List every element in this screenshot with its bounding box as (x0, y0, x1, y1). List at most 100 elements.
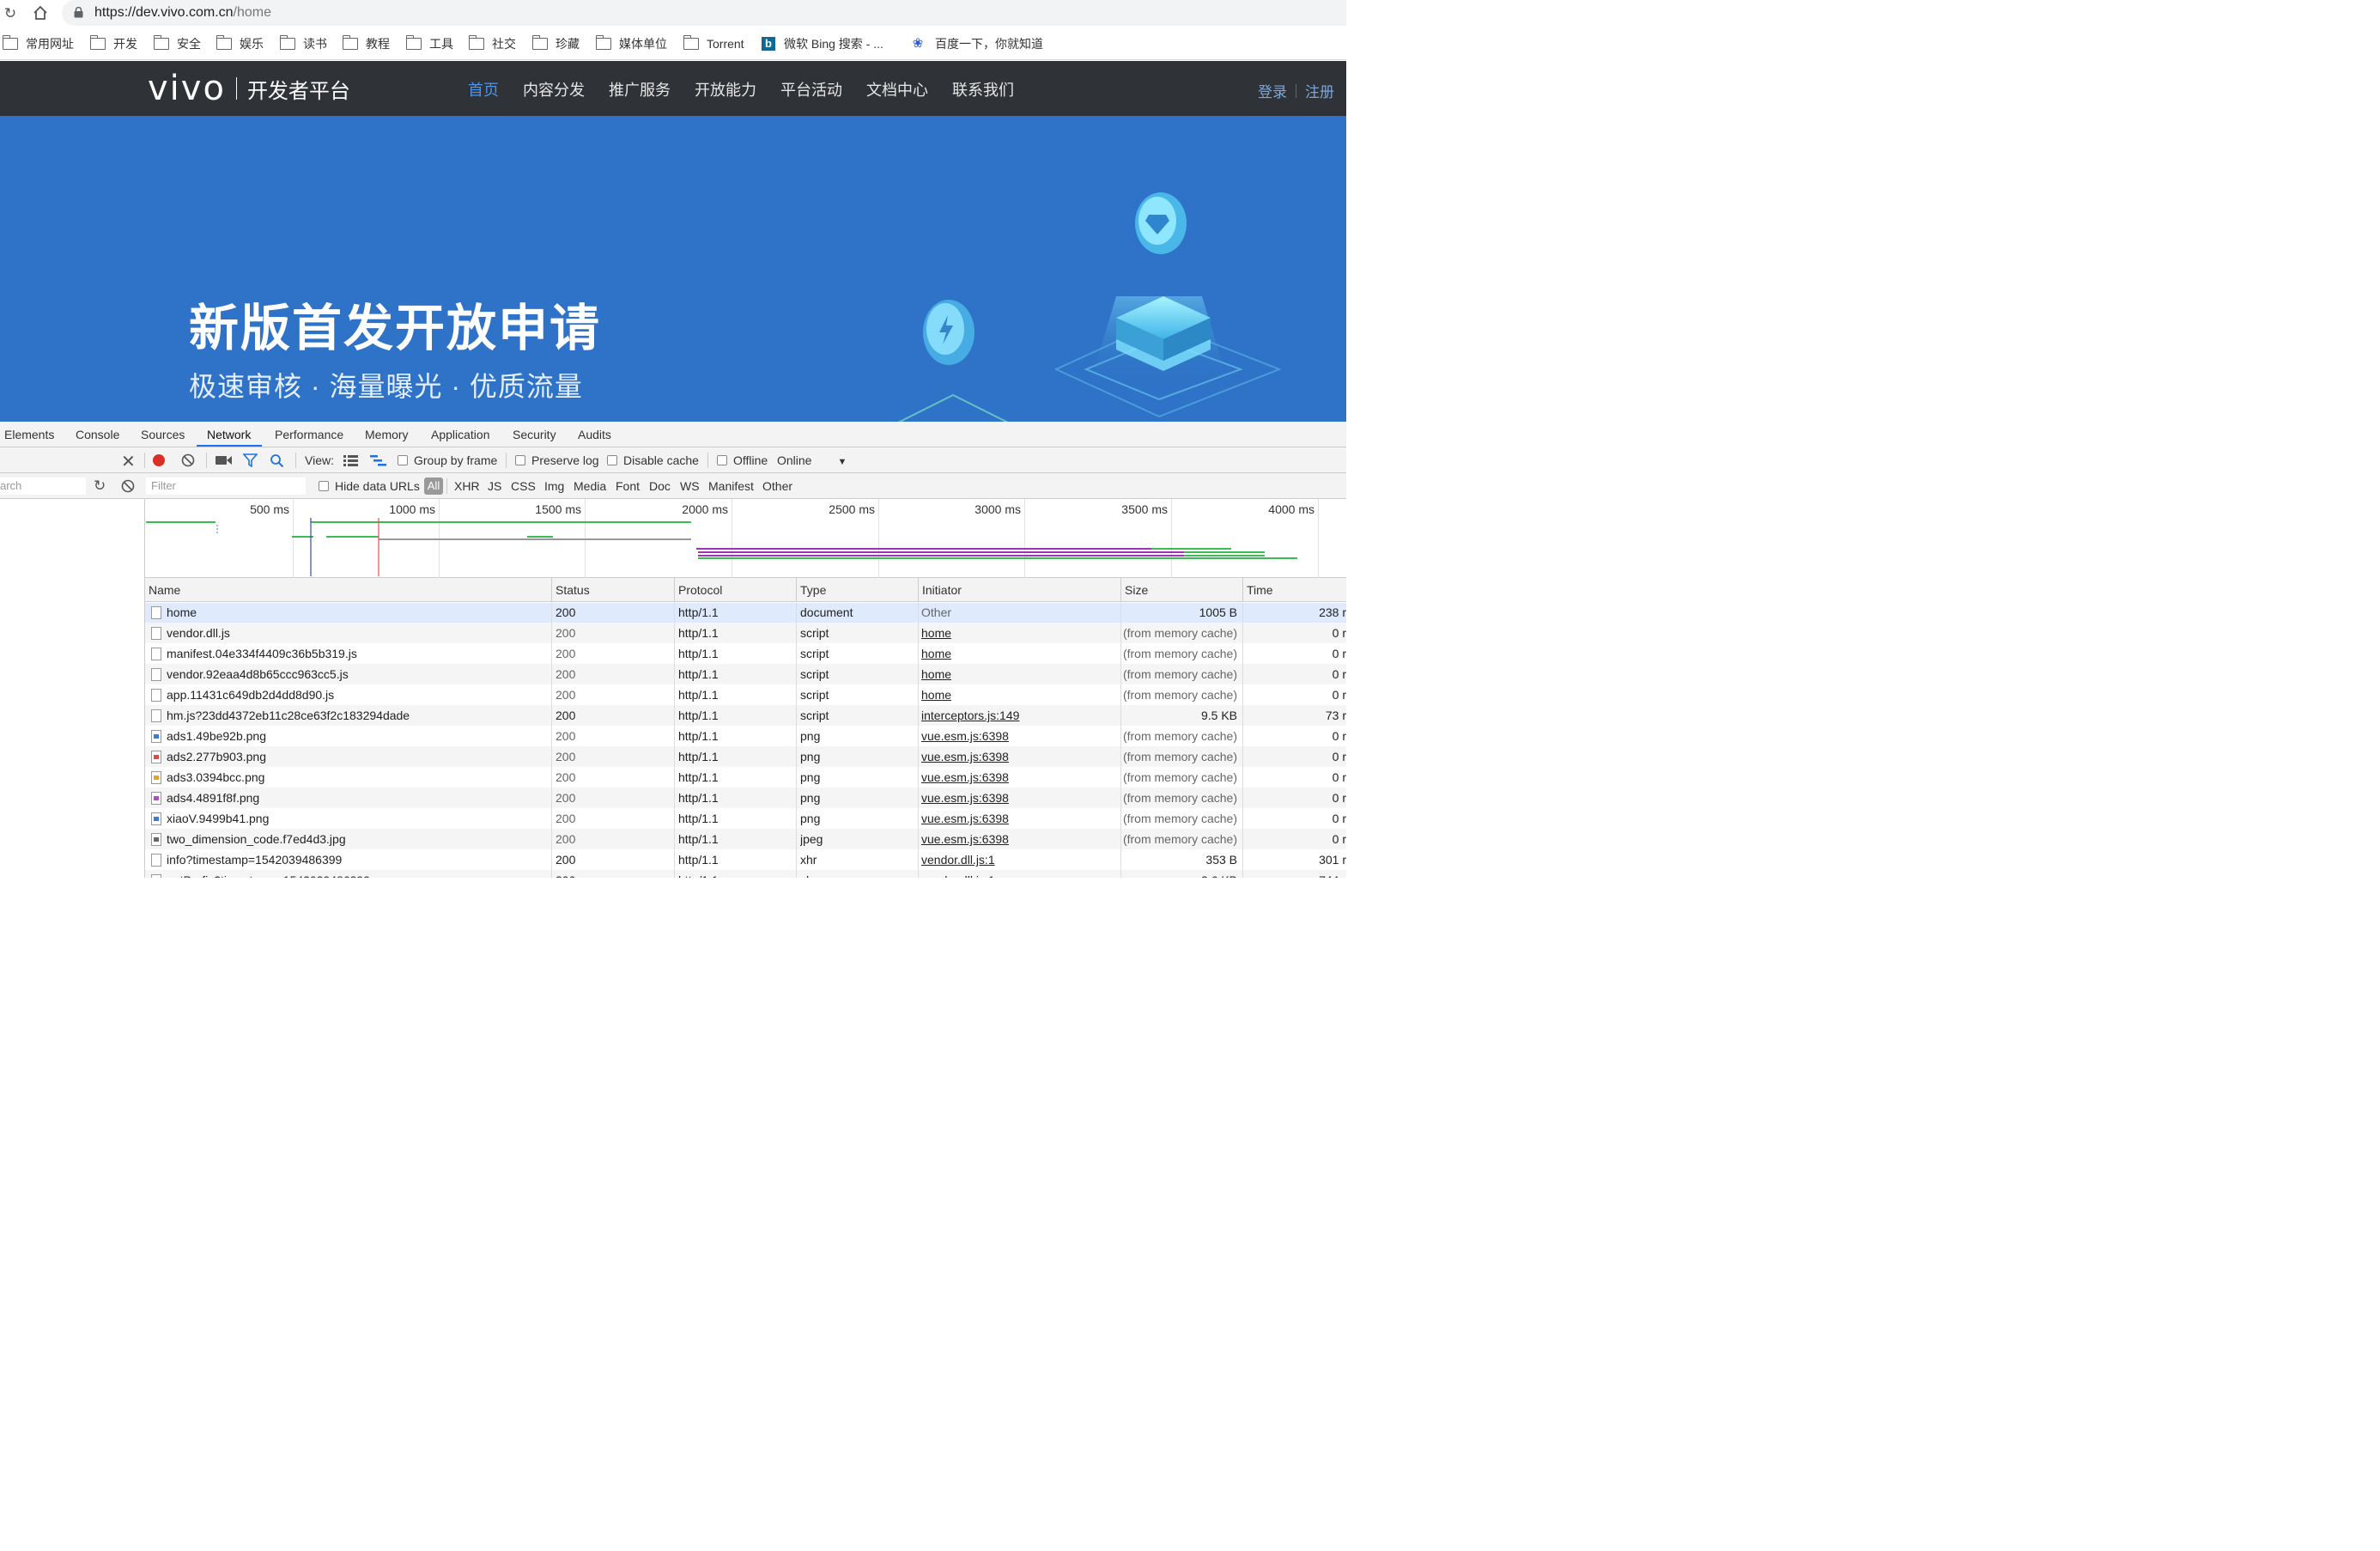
bookmark-folder[interactable]: 开发 (89, 35, 137, 52)
type-filter-doc[interactable]: Doc (649, 479, 671, 493)
col-initiator[interactable]: Initiator (918, 578, 1120, 602)
offline-checkbox[interactable]: Offline (717, 453, 768, 467)
refresh-search-icon[interactable]: ↻ (94, 477, 106, 495)
hero-banner[interactable]: 新版首发开放申请 极速审核 · 海量曝光 · 优质流量 (0, 116, 1346, 422)
tab-network[interactable]: Network (207, 428, 251, 441)
table-row[interactable]: ads1.49be92b.png 200 http/1.1 png vue.esm.js… (145, 726, 1346, 746)
bookmark-folder[interactable]: 安全 (153, 35, 201, 52)
request-initiator[interactable]: vue.esm.js:6398 (921, 808, 1114, 829)
reload-icon[interactable]: ↻ (2, 5, 19, 22)
preserve-log-checkbox[interactable]: Preserve log (515, 453, 599, 467)
screenshot-camera-icon[interactable] (216, 454, 232, 469)
request-name[interactable]: vendor.dll.js (167, 623, 549, 643)
network-overview-timeline[interactable]: 500 ms 1000 ms 1500 ms 2000 ms 2500 ms 3… (145, 499, 1346, 578)
filter-icon[interactable] (242, 453, 258, 470)
nav-promotion[interactable]: 推广服务 (609, 78, 671, 100)
tab-elements[interactable]: Elements (4, 428, 54, 441)
nav-contact[interactable]: 联系我们 (952, 78, 1014, 100)
type-filter-media[interactable]: Media (574, 479, 606, 493)
request-initiator[interactable]: vue.esm.js:6398 (921, 829, 1114, 849)
request-name[interactable]: xiaoV.9499b41.png (167, 808, 549, 829)
disable-cache-checkbox[interactable]: Disable cache (607, 453, 699, 467)
request-initiator[interactable]: vue.esm.js:6398 (921, 767, 1114, 788)
group-by-frame-checkbox[interactable]: Group by frame (398, 453, 497, 467)
request-name[interactable]: home (167, 603, 549, 623)
bookmark-folder[interactable]: 娱乐 (216, 35, 264, 52)
bookmark-folder[interactable]: 教程 (342, 35, 390, 52)
col-time[interactable]: Time (1242, 578, 1346, 602)
col-name[interactable]: Name (145, 578, 551, 602)
nav-content-distribution[interactable]: 内容分发 (523, 78, 585, 100)
bookmark-baidu[interactable]: ❀ 百度一下，你就知道 (911, 35, 1043, 52)
request-name[interactable]: info?timestamp=1542039486399 (167, 849, 549, 870)
bookmark-folder[interactable]: 社交 (468, 35, 516, 52)
request-name[interactable]: app.11431c649db2d4dd8d90.js (167, 684, 549, 705)
type-filter-manifest[interactable]: Manifest (708, 479, 754, 493)
clear-search-icon[interactable] (121, 479, 135, 496)
type-filter-img[interactable]: Img (544, 479, 564, 493)
nav-docs[interactable]: 文档中心 (866, 78, 928, 100)
request-name[interactable]: getPrefix?timestamp=1542039486399 (167, 870, 549, 878)
request-initiator[interactable]: home (921, 684, 1114, 705)
search-input[interactable]: arch (0, 477, 86, 495)
tab-security[interactable]: Security (513, 428, 556, 441)
tab-console[interactable]: Console (76, 428, 119, 441)
type-filter-all[interactable]: All (424, 477, 443, 495)
request-initiator[interactable]: vue.esm.js:6398 (921, 746, 1114, 767)
request-name[interactable]: two_dimension_code.f7ed4d3.jpg (167, 829, 549, 849)
type-filter-ws[interactable]: WS (680, 479, 700, 493)
url-field[interactable]: https://dev.vivo.com.cn/home (62, 0, 1346, 26)
nav-home[interactable]: 首页 (468, 78, 499, 100)
vivo-logo[interactable]: vivo 开发者平台 (148, 69, 350, 108)
request-name[interactable]: manifest.04e334f4409c36b5b319.js (167, 643, 549, 664)
tab-sources[interactable]: Sources (141, 428, 185, 441)
register-link[interactable]: 注册 (1305, 80, 1334, 101)
record-icon[interactable] (153, 454, 165, 469)
search-icon[interactable] (270, 453, 284, 471)
request-initiator[interactable]: home (921, 664, 1114, 684)
bookmark-folder[interactable]: 读书 (279, 35, 327, 52)
request-initiator[interactable]: vue.esm.js:6398 (921, 788, 1114, 808)
table-row[interactable]: home 200 http/1.1 document Other 1005 B 238 r (145, 603, 1346, 623)
nav-open-capabilities[interactable]: 开放能力 (695, 78, 756, 100)
home-icon[interactable] (32, 5, 49, 22)
tab-performance[interactable]: Performance (275, 428, 343, 441)
request-name[interactable]: ads3.0394bcc.png (167, 767, 549, 788)
type-filter-other[interactable]: Other (762, 479, 792, 493)
tab-application[interactable]: Application (431, 428, 490, 441)
table-row[interactable]: vendor.dll.js 200 http/1.1 script home (from … (145, 623, 1346, 643)
col-size[interactable]: Size (1120, 578, 1242, 602)
table-row[interactable]: info?timestamp=1542039486399 200 http/1.1 x… (145, 849, 1346, 870)
request-name[interactable]: ads1.49be92b.png (167, 726, 549, 746)
request-name[interactable]: ads4.4891f8f.png (167, 788, 549, 808)
table-row[interactable]: hm.js?23dd4372eb11c28ce63f2c183294dade 20… (145, 705, 1346, 726)
bookmark-folder[interactable]: 珍藏 (531, 35, 580, 52)
nav-activities[interactable]: 平台活动 (780, 78, 842, 100)
table-row[interactable]: ads3.0394bcc.png 200 http/1.1 png vue.esm.js… (145, 767, 1346, 788)
table-row[interactable]: two_dimension_code.f7ed4d3.jpg 200 http/1.… (145, 829, 1346, 849)
waterfall-view-icon[interactable] (370, 455, 386, 469)
bookmark-folder[interactable]: 工具 (405, 35, 453, 52)
list-view-icon[interactable] (343, 455, 358, 469)
type-filter-js[interactable]: JS (488, 479, 501, 493)
bookmark-folder[interactable]: 常用网址 (2, 35, 74, 52)
hide-data-urls-checkbox[interactable]: Hide data URLs (319, 479, 420, 493)
table-row[interactable]: manifest.04e334f4409c36b5b319.js 200 http/… (145, 643, 1346, 664)
request-initiator[interactable]: vendor.dll.js:1 (921, 870, 1114, 878)
request-initiator[interactable]: interceptors.js:149 (921, 705, 1114, 726)
bookmark-folder[interactable]: 媒体单位 (595, 35, 667, 52)
request-name[interactable]: ads2.277b903.png (167, 746, 549, 767)
tab-audits[interactable]: Audits (578, 428, 611, 441)
table-row[interactable]: app.11431c649db2d4dd8d90.js 200 http/1.1 sc… (145, 684, 1346, 705)
request-initiator[interactable]: vendor.dll.js:1 (921, 849, 1114, 870)
type-filter-font[interactable]: Font (616, 479, 640, 493)
type-filter-xhr[interactable]: XHR (454, 479, 480, 493)
request-name[interactable]: vendor.92eaa4d8b65ccc963cc5.js (167, 664, 549, 684)
col-protocol[interactable]: Protocol (674, 578, 796, 602)
clear-icon[interactable] (181, 453, 195, 470)
bookmark-bing[interactable]: b 微软 Bing 搜索 - ... (762, 35, 883, 52)
col-status[interactable]: Status (551, 578, 674, 602)
throttling-select[interactable]: Online ▼ (777, 453, 847, 467)
table-row[interactable]: ads2.277b903.png 200 http/1.1 png vue.esm.js… (145, 746, 1346, 767)
request-initiator[interactable]: vue.esm.js:6398 (921, 726, 1114, 746)
